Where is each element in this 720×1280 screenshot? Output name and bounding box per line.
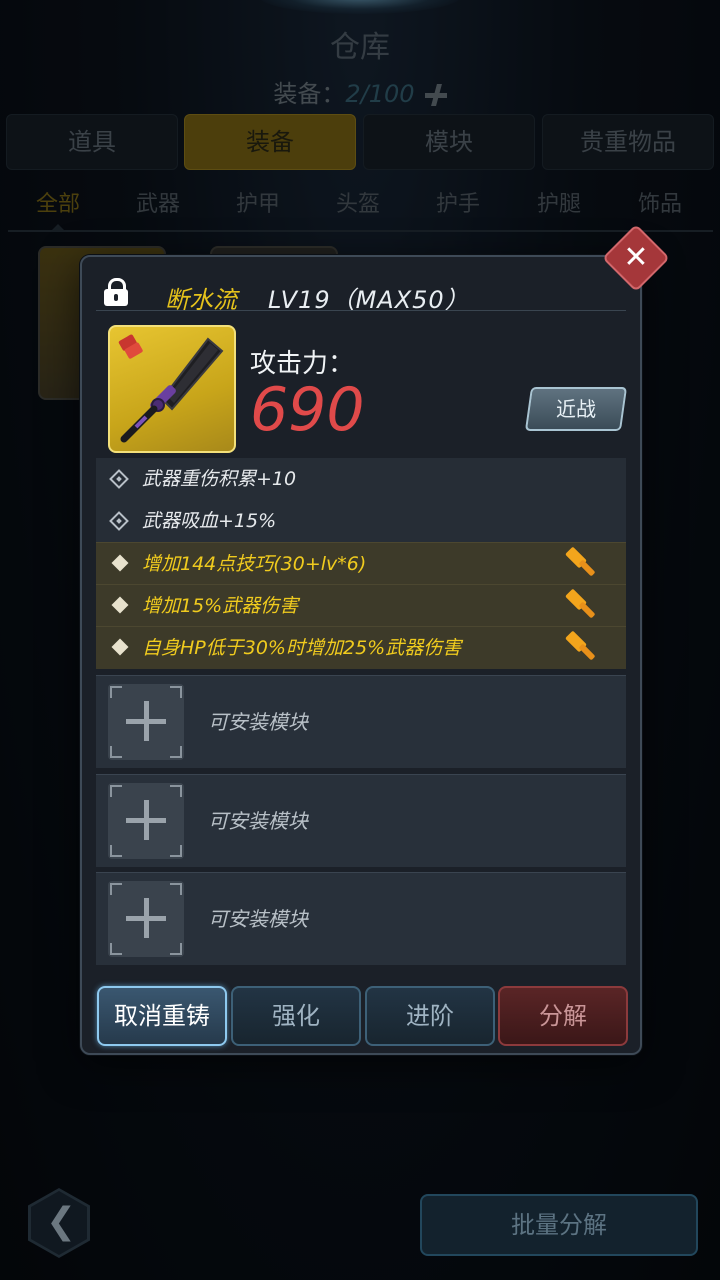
subtab-all[interactable]: 全部 [36, 186, 80, 218]
capacity-value: 2/100 [345, 80, 415, 108]
subtab-accessory[interactable]: 饰品 [638, 186, 682, 218]
subtab-pointer [50, 224, 66, 232]
add-module-icon[interactable] [108, 684, 184, 760]
add-module-icon[interactable] [108, 783, 184, 859]
close-icon: ✕ [623, 240, 649, 275]
subtab-weapon[interactable]: 武器 [136, 186, 180, 218]
bonus-diamond-icon [111, 638, 129, 656]
hammer-icon[interactable] [564, 630, 596, 663]
advance-button[interactable]: 进阶 [365, 986, 495, 1046]
module-slot-label: 可安装模块 [208, 907, 308, 931]
bonus-diamond-icon [111, 596, 129, 614]
module-slot-label: 可安装模块 [208, 809, 308, 833]
tab-modules[interactable]: 模块 [363, 114, 535, 170]
page-title: 仓库 [330, 30, 390, 65]
weapon-type-label: 近战 [556, 397, 596, 421]
bonus-diamond-icon [111, 554, 129, 572]
capacity-display: 装备：2/100 [0, 74, 720, 109]
tab-valuables[interactable]: 贵重物品 [542, 114, 714, 170]
bonus-attribute-row: 增加15%武器伤害 [96, 584, 626, 627]
attribute-diamond-icon [109, 469, 129, 489]
attribute-text: 自身HP低于30%时增加25%武器伤害 [142, 637, 462, 659]
attribute-text: 武器吸血+15% [142, 510, 277, 532]
attribute-text: 武器重伤积累+10 [142, 468, 297, 490]
subtab-divider [8, 230, 713, 232]
base-attribute-row: 武器重伤积累+10 [96, 458, 626, 500]
back-button[interactable]: ❮ [28, 1188, 90, 1258]
bonus-attribute-row: 自身HP低于30%时增加25%武器伤害 [96, 626, 626, 669]
lock-icon[interactable] [104, 278, 128, 306]
attribute-text: 增加144点技巧(30+lv*6) [142, 553, 367, 575]
expand-capacity-icon[interactable] [424, 84, 447, 106]
hammer-icon[interactable] [564, 588, 596, 621]
sub-tabs: 全部 武器 护甲 头盔 护手 护腿 饰品 [0, 186, 720, 220]
bonus-attribute-row: 增加144点技巧(30+lv*6) [96, 542, 626, 585]
subtab-leggings[interactable]: 护腿 [537, 186, 581, 218]
subtab-helmet[interactable]: 头盔 [336, 186, 380, 218]
main-tabs: 道具 装备 模块 贵重物品 [6, 114, 716, 170]
attribute-panel: 武器重伤积累+10 武器吸血+15% 增加144点技巧(30+lv*6) 增加1… [96, 458, 626, 669]
weapon-icon-frame [108, 325, 236, 453]
base-attribute-row: 武器吸血+15% [96, 500, 626, 542]
cancel-recast-button[interactable]: 取消重铸 [97, 986, 227, 1046]
module-slot-label: 可安装模块 [208, 710, 308, 734]
subtab-gauntlets[interactable]: 护手 [436, 186, 480, 218]
top-glow [260, 0, 460, 14]
add-module-icon[interactable] [108, 881, 184, 957]
attack-value: 690 [250, 375, 365, 445]
module-slot[interactable]: 可安装模块 [96, 675, 626, 768]
weapon-type-badge[interactable]: 近战 [524, 387, 628, 431]
batch-decompose-button[interactable]: 批量分解 [420, 1194, 698, 1256]
attribute-diamond-icon [109, 511, 129, 531]
subtab-armor[interactable]: 护甲 [236, 186, 280, 218]
decompose-button[interactable]: 分解 [498, 986, 628, 1046]
header-divider [96, 310, 626, 311]
chevron-left-icon: ❮ [46, 1201, 77, 1242]
capacity-label: 装备： [273, 80, 346, 108]
enhance-button[interactable]: 强化 [231, 986, 361, 1046]
greatsword-icon [118, 334, 224, 443]
attribute-text: 增加15%武器伤害 [142, 595, 299, 617]
tab-items[interactable]: 道具 [6, 114, 178, 170]
module-slot[interactable]: 可安装模块 [96, 774, 626, 867]
tab-equipment[interactable]: 装备 [184, 114, 356, 170]
module-slot[interactable]: 可安装模块 [96, 872, 626, 965]
hammer-icon[interactable] [564, 546, 596, 579]
